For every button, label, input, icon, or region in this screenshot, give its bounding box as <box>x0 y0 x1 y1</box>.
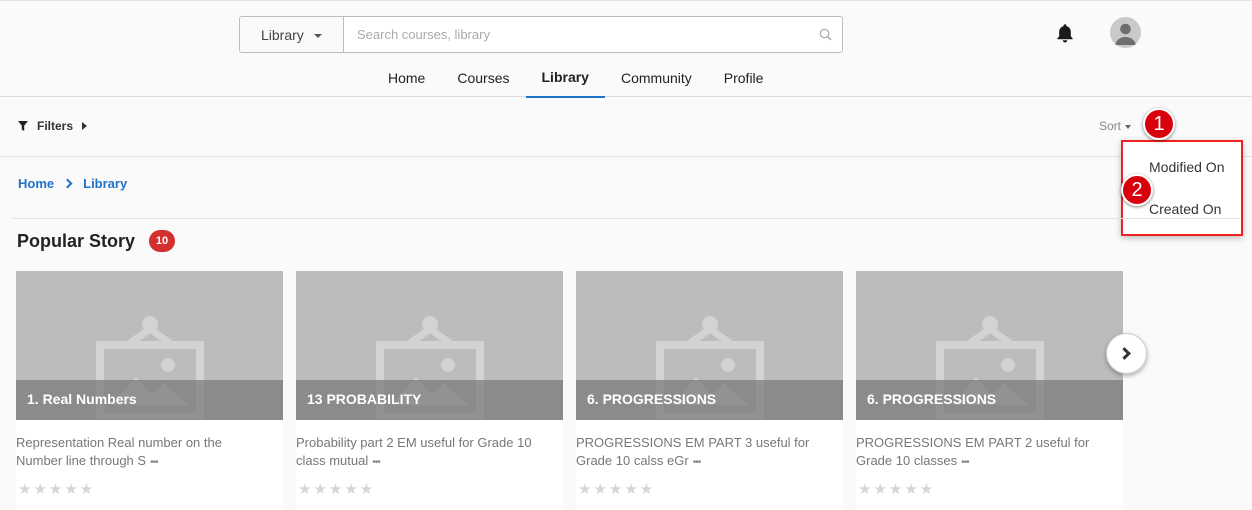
more-icon: ••• <box>692 457 701 468</box>
breadcrumb-library[interactable]: Library <box>83 176 127 191</box>
caret-right-icon <box>82 122 88 130</box>
card-thumbnail: 13 PROBABILITY <box>296 271 563 420</box>
sort-label: Sort <box>1099 119 1122 133</box>
content-card[interactable]: 6. PROGRESSIONS PROGRESSIONS EM PART 3 u… <box>576 271 843 510</box>
step-marker-1: 1 <box>1143 108 1175 140</box>
nav-library[interactable]: Library <box>525 57 605 98</box>
filters-label: Filters <box>37 119 74 133</box>
card-thumbnail: 1. Real Numbers <box>16 271 283 420</box>
rating-stars: ★★★★★ <box>578 481 656 498</box>
content-card[interactable]: 13 PROBABILITY Probability part 2 EM use… <box>296 271 563 510</box>
card-title: 6. PROGRESSIONS <box>587 391 717 407</box>
rating-stars: ★★★★★ <box>298 481 376 498</box>
search-input[interactable] <box>344 17 809 52</box>
breadcrumb: Home Library <box>18 176 127 191</box>
card-description-text: Probability part 2 EM useful for Grade 1… <box>296 435 532 468</box>
search-button[interactable] <box>809 17 842 52</box>
breadcrumb-home[interactable]: Home <box>18 176 54 191</box>
more-icon: ••• <box>961 457 969 468</box>
nav-home[interactable]: Home <box>372 57 441 98</box>
section-divider <box>12 218 1240 219</box>
card-title: 13 PROBABILITY <box>307 391 422 407</box>
rating-stars: ★★★★★ <box>858 481 936 498</box>
card-description: Representation Real number on the Number… <box>16 434 271 472</box>
avatar[interactable] <box>1110 17 1141 48</box>
search-scope-label: Library <box>261 26 304 43</box>
main-nav: Home Courses Library Community Profile <box>372 57 779 98</box>
card-description: PROGRESSIONS EM PART 2 useful for Grade … <box>856 434 1111 472</box>
step-marker-2: 2 <box>1121 174 1153 206</box>
search-icon <box>819 28 832 41</box>
top-header: Library Home Courses Library Community P… <box>0 0 1252 98</box>
carousel-next-button[interactable] <box>1106 333 1147 374</box>
sort-button[interactable]: Sort <box>1099 119 1132 133</box>
more-icon: ••• <box>372 457 380 468</box>
content-card[interactable]: 1. Real Numbers Representation Real numb… <box>16 271 283 510</box>
count-badge: 10 <box>149 230 175 252</box>
sort-option-modified-on[interactable]: Modified On <box>1149 159 1224 175</box>
card-description: Probability part 2 EM useful for Grade 1… <box>296 434 551 472</box>
content-card[interactable]: 6. PROGRESSIONS PROGRESSIONS EM PART 2 u… <box>856 271 1123 510</box>
sort-option-created-on[interactable]: Created On <box>1149 201 1221 217</box>
chevron-right-icon <box>1118 347 1131 360</box>
filter-bar: Filters Sort <box>0 97 1252 157</box>
card-thumbnail: 6. PROGRESSIONS <box>856 271 1123 420</box>
card-thumbnail: 6. PROGRESSIONS <box>576 271 843 420</box>
avatar-icon <box>1115 23 1136 45</box>
section-title: Popular Story <box>17 231 136 251</box>
search-scope-dropdown[interactable]: Library <box>240 17 344 52</box>
card-title: 6. PROGRESSIONS <box>867 391 997 407</box>
card-description: PROGRESSIONS EM PART 3 useful for Grade … <box>576 434 831 472</box>
chevron-right-icon <box>62 178 73 189</box>
card-title: 1. Real Numbers <box>27 391 137 407</box>
search-bar: Library <box>239 16 843 53</box>
filters-toggle[interactable]: Filters <box>18 119 88 133</box>
nav-profile[interactable]: Profile <box>708 57 780 98</box>
caret-down-icon <box>313 34 322 38</box>
more-icon: ••• <box>150 457 158 468</box>
nav-courses[interactable]: Courses <box>441 57 525 98</box>
card-description-text: Representation Real number on the Number… <box>16 435 222 468</box>
card-description-text: PROGRESSIONS EM PART 2 useful for Grade … <box>856 435 1090 468</box>
rating-stars: ★★★★★ <box>18 481 96 498</box>
filter-icon <box>18 121 28 131</box>
notifications-button[interactable] <box>1053 21 1077 45</box>
nav-community[interactable]: Community <box>605 57 708 98</box>
caret-down-icon <box>1125 125 1132 129</box>
bell-icon <box>1057 24 1073 43</box>
